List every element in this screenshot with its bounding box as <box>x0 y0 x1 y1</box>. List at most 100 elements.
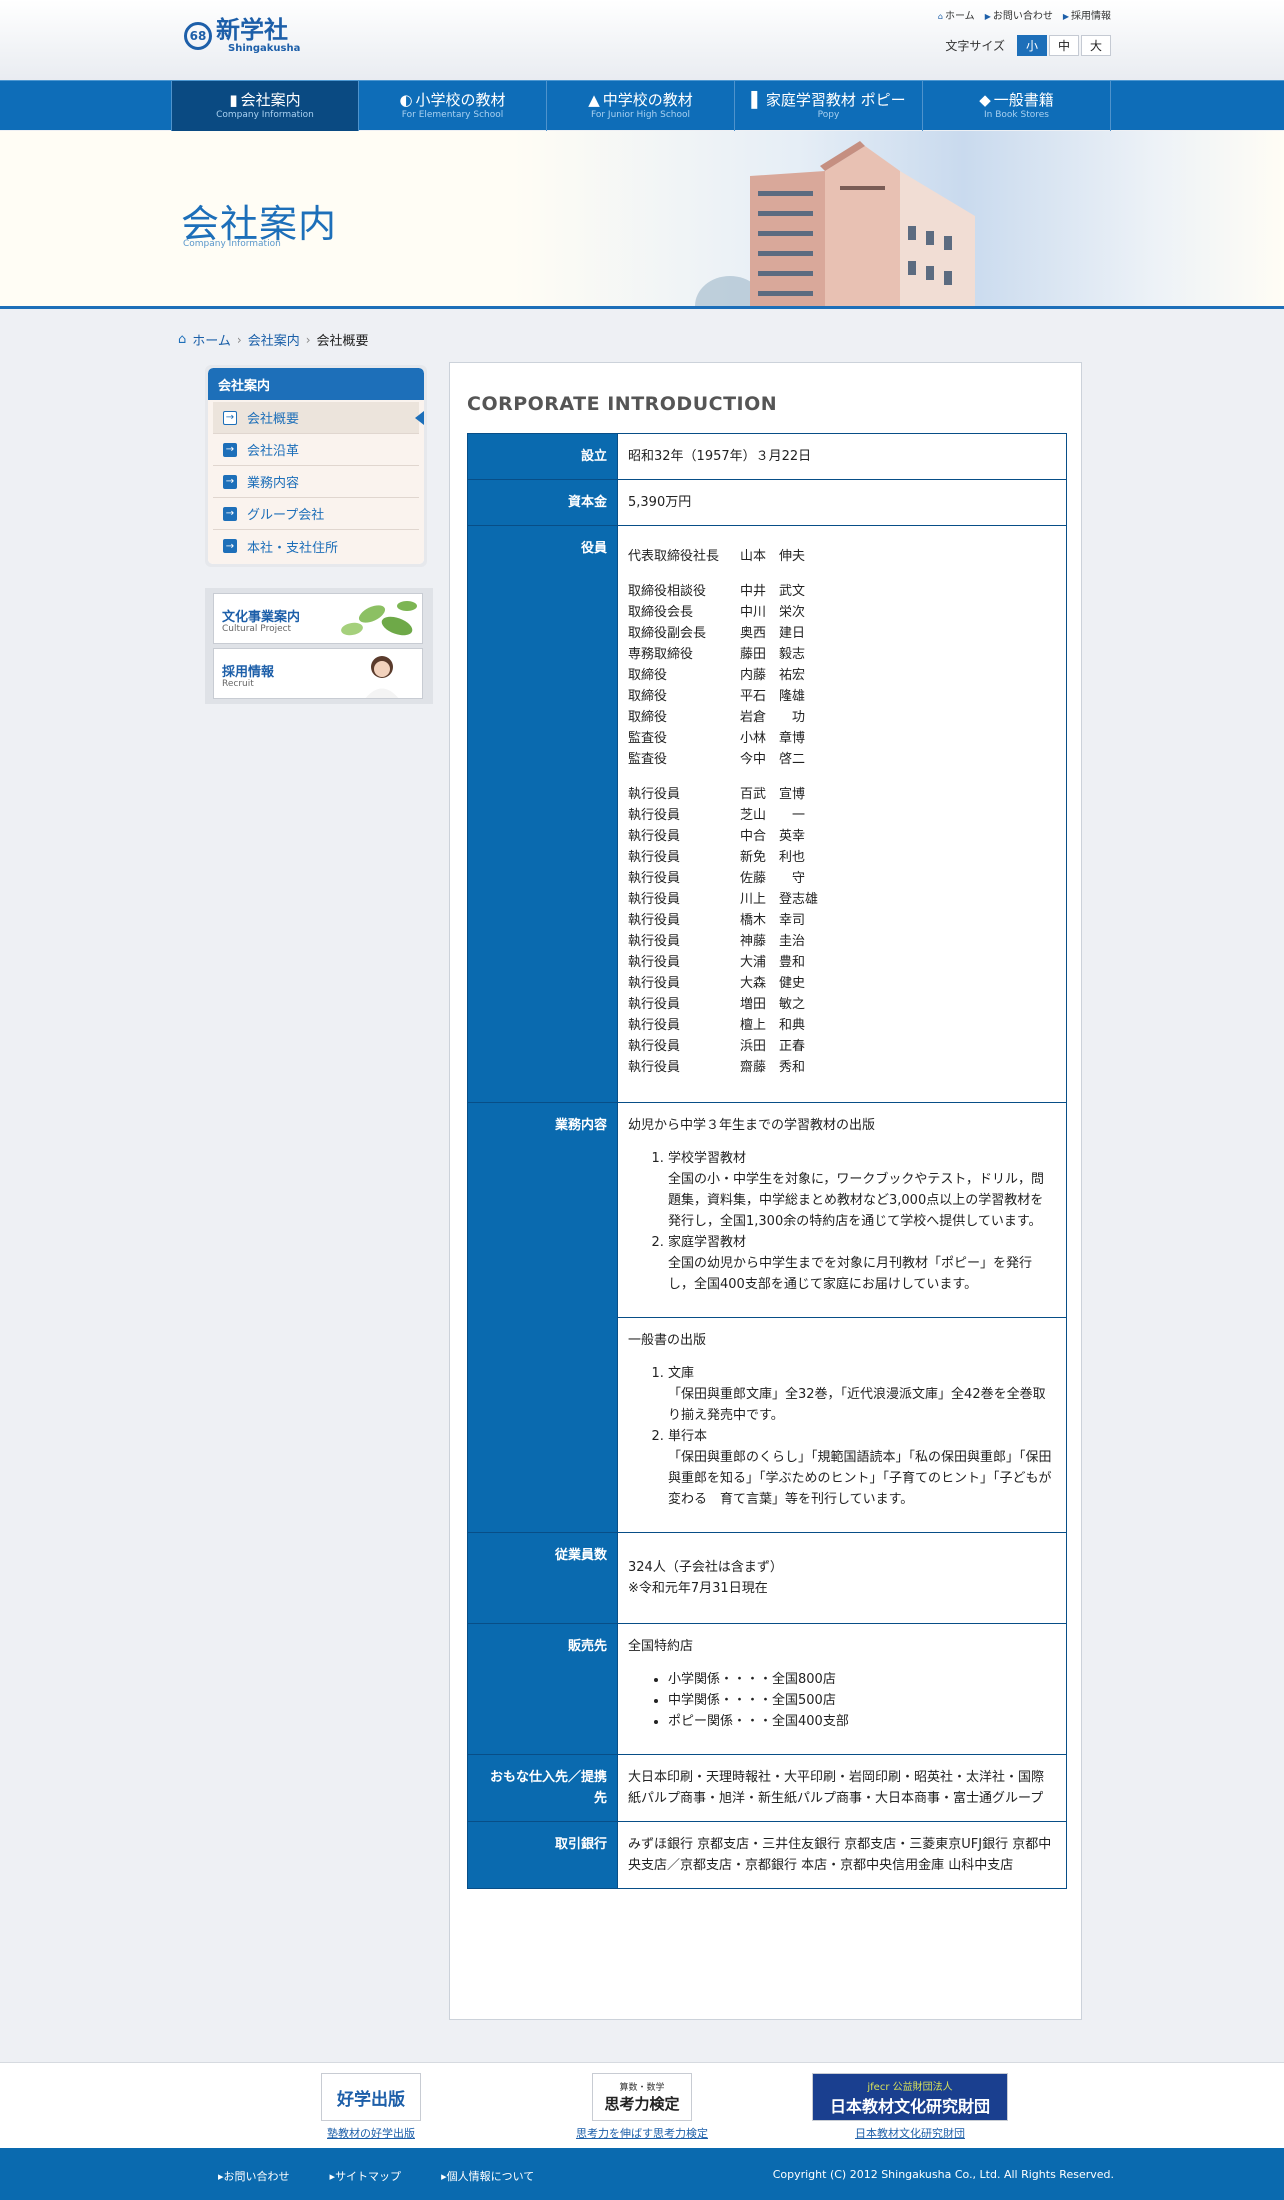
nav-elementary[interactable]: ◐ 小学校の教材 For Elementary School <box>359 81 547 131</box>
footer-link-contact[interactable]: ▸お問い合わせ <box>218 2168 290 2184</box>
logo-subtext: Shingakusha <box>228 43 301 54</box>
shikoryoku-banner[interactable]: 算数・数学 思考力検定 思考力を伸ばす思考力検定 <box>576 2073 708 2141</box>
nav-company[interactable]: ▮ 会社案内 Company Information <box>171 81 359 131</box>
business-general-books: 一般書の出版 文庫「保田與重郎文庫」全32巻，「近代浪漫派文庫」全42巻を全巻取… <box>617 1317 1067 1533</box>
sidebar-item-history[interactable]: → 会社沿革 <box>213 434 419 466</box>
site-footer: ▸お問い合わせ ▸サイトマップ ▸個人情報について Copyright (C) … <box>0 2148 1284 2200</box>
utility-links: ⌂ ホーム ▶ お問い合わせ ▶ 採用情報 <box>938 7 1111 22</box>
sales-value: 全国特約店 小学関係・・・・全国800店 中学関係・・・・全国500店 ポピー関… <box>617 1623 1067 1755</box>
sidebar-item-group[interactable]: → グループ会社 <box>213 498 419 530</box>
breadcrumb-home[interactable]: ホーム <box>192 330 231 349</box>
row-label: 役員 <box>467 525 618 1103</box>
arrow-right-icon: → <box>223 474 237 489</box>
row-label: おもな仕入先／提携先 <box>467 1754 618 1822</box>
breadcrumb-current: 会社概要 <box>316 334 369 349</box>
table-row: 取引銀行 みずほ銀行 京都支店・三井住友銀行 京都支店・三菱東京UFJ銀行 京都… <box>467 1821 1067 1889</box>
book-icon: ◆ <box>979 90 991 109</box>
sidebar-item-overview[interactable]: → 会社概要 <box>213 402 424 434</box>
jfecr-banner[interactable]: jfecr 公益財団法人 日本教材文化研究財団 日本教材文化研究財団 <box>812 2073 1008 2141</box>
breadcrumb-section[interactable]: 会社案内 <box>248 330 300 349</box>
global-nav: ▮ 会社案内 Company Information ◐ 小学校の教材 For El… <box>0 80 1284 131</box>
page-subtitle: Company Information <box>183 239 281 249</box>
logo-mark: 68 <box>184 22 212 50</box>
suppliers-value: 大日本印刷・天理時報社・大平印刷・岩岡印刷・昭英社・太洋社・国際紙パルプ商事・旭… <box>617 1754 1067 1822</box>
recruit-banner[interactable]: 採用情報 Recruit <box>213 648 423 699</box>
kogaku-banner[interactable]: 好学出版 塾教材の好学出版 <box>321 2073 421 2141</box>
sidebar-item-business[interactable]: → 業務内容 <box>213 466 419 498</box>
sidebar-heading: 会社案内 <box>208 368 424 400</box>
home-icon: ⌂ <box>178 332 187 347</box>
bell-icon: ▲ <box>588 90 600 109</box>
nav-popy[interactable]: ▌ 家庭学習教材 ポピー Popy <box>735 81 923 131</box>
site-header: 68 新学社 Shingakusha ⌂ ホーム ▶ お問い合わせ ▶ 採用情報 文字… <box>0 0 1284 80</box>
capital-value: 5,390万円 <box>617 479 1067 526</box>
main-content: CORPORATE INTRODUCTION 設立 昭和32年（1957年）３月… <box>449 362 1082 2020</box>
table-row: 設立 昭和32年（1957年）３月22日 <box>467 433 1067 480</box>
founded-value: 昭和32年（1957年）３月22日 <box>617 433 1067 480</box>
font-size-small-button[interactable]: 小 <box>1017 35 1047 56</box>
arrow-right-icon: ▶ <box>984 12 991 21</box>
home-icon: ⌂ <box>937 12 943 21</box>
leaf-icon: ◐ <box>399 90 413 109</box>
row-label: 販売先 <box>467 1623 618 1755</box>
row-label: 取引銀行 <box>467 1821 618 1889</box>
sidebar-item-offices[interactable]: → 本社・支社住所 <box>213 530 419 562</box>
list-item: 小学関係・・・・全国800店 <box>668 1669 1056 1690</box>
list-item: 学校学習教材全国の小・中学生を対象に，ワークブックやテスト，ドリル，問題集，資料… <box>668 1148 1056 1232</box>
list-item: 文庫「保田與重郎文庫」全32巻，「近代浪漫派文庫」全42巻を全巻取り揃え発売中で… <box>668 1363 1056 1426</box>
site-logo[interactable]: 68 新学社 Shingakusha <box>184 18 300 54</box>
footer-banners: 好学出版 塾教材の好学出版 算数・数学 思考力検定 思考力を伸ばす思考力検定 j… <box>0 2062 1284 2148</box>
person-photo <box>365 656 399 698</box>
util-link-home[interactable]: ⌂ ホーム <box>938 7 975 22</box>
table-row: 役員 代表取締役社長 山本 伸夫 取締役相談役 中井 武文 取締役会長 中川 栄次 取… <box>467 525 1067 1103</box>
list-item: 中学関係・・・・全国500店 <box>668 1690 1056 1711</box>
list-item: 家庭学習教材全国の幼児から中学生までを対象に月刊教材「ポピー」を発行し，全国40… <box>668 1232 1056 1295</box>
arrow-right-icon: → <box>223 410 237 425</box>
font-size-large-button[interactable]: 大 <box>1081 35 1111 56</box>
sidebar-banners: 文化事業案内 Cultural Project 採用情報 Recruit <box>205 588 433 704</box>
arrow-right-icon: → <box>223 539 237 553</box>
list-item: ポピー関係・・・全国400支部 <box>668 1711 1056 1732</box>
employees-value: 324人（子会社は含まず） ※令和元年7月31日現在 <box>617 1532 1067 1624</box>
jfecr-logo: jfecr 公益財団法人 日本教材文化研究財団 <box>812 2073 1008 2121</box>
chevron-right-icon: › <box>236 332 242 347</box>
page-hero: 会社案内 Company Information <box>0 131 1284 309</box>
sidebar-nav: 会社案内 → 会社概要 → 会社沿革 → 業務内容 → グループ会社 → 本社・… <box>205 365 427 567</box>
util-link-contact[interactable]: ▶ お問い合わせ <box>985 7 1053 22</box>
active-caret-icon <box>415 410 424 425</box>
table-row: 業務内容 幼児から中学３年生までの学習教材の出版 学校学習教材全国の小・中学生を… <box>467 1102 1067 1533</box>
officers-list: 代表取締役社長 山本 伸夫 取締役相談役 中井 武文 取締役会長 中川 栄次 取締役副… <box>617 525 1067 1103</box>
nav-junior-high[interactable]: ▲ 中学校の教材 For Junior High School <box>547 81 735 131</box>
util-link-recruit[interactable]: ▶ 採用情報 <box>1063 7 1111 22</box>
arrow-right-icon: ▶ <box>1062 12 1069 21</box>
officer-group-ceo: 代表取締役社長 山本 伸夫 <box>628 549 806 564</box>
font-size-label: 文字サイズ <box>945 39 1005 53</box>
logo-text: 新学社 <box>216 16 288 44</box>
copyright: Copyright (C) 2012 Shingakusha Co., Ltd.… <box>772 2168 1114 2181</box>
row-label: 設立 <box>467 433 618 480</box>
business-educational: 幼児から中学３年生までの学習教材の出版 学校学習教材全国の小・中学生を対象に，ワ… <box>617 1102 1067 1318</box>
kogaku-logo: 好学出版 <box>321 2073 421 2121</box>
arrow-right-icon: → <box>223 442 237 457</box>
table-row: おもな仕入先／提携先 大日本印刷・天理時報社・大平印刷・岩岡印刷・昭英社・太洋社… <box>467 1754 1067 1822</box>
building-photo <box>695 141 975 306</box>
shikoryoku-logo: 算数・数学 思考力検定 <box>592 2073 692 2121</box>
list-item: 単行本「保田與重郎のくらし」「規範国語読本」「私の保田與重郎」「保田與重郎を知る… <box>668 1426 1056 1510</box>
table-row: 販売先 全国特約店 小学関係・・・・全国800店 中学関係・・・・全国500店 … <box>467 1623 1067 1755</box>
footer-link-privacy[interactable]: ▸個人情報について <box>441 2168 534 2184</box>
officer-group-executives: 執行役員 百武 宣博 執行役員 芝山 一 執行役員 中合 英幸 執行役員 新免 利也 執… <box>628 787 819 1075</box>
font-size-medium-button[interactable]: 中 <box>1049 35 1079 56</box>
arrow-right-icon: → <box>223 506 237 521</box>
officer-group-directors: 取締役相談役 中井 武文 取締役会長 中川 栄次 取締役副会長 奥西 建日 専務取締役… <box>628 584 806 767</box>
building-icon: ▮ <box>229 90 238 109</box>
footer-link-sitemap[interactable]: ▸サイトマップ <box>330 2168 402 2184</box>
section-heading: CORPORATE INTRODUCTION <box>467 393 778 415</box>
row-label: 業務内容 <box>467 1102 618 1533</box>
nav-books[interactable]: ◆ 一般書籍 In Book Stores <box>923 81 1111 131</box>
row-label: 資本金 <box>467 479 618 526</box>
pencil-icon: ▌ <box>751 90 763 109</box>
chevron-right-icon: › <box>305 332 311 347</box>
cultural-project-banner[interactable]: 文化事業案内 Cultural Project <box>213 593 423 644</box>
font-size-switcher: 文字サイズ 小 中 大 <box>945 35 1111 56</box>
breadcrumb: ⌂ ホーム › 会社案内 › 会社概要 <box>178 330 369 349</box>
